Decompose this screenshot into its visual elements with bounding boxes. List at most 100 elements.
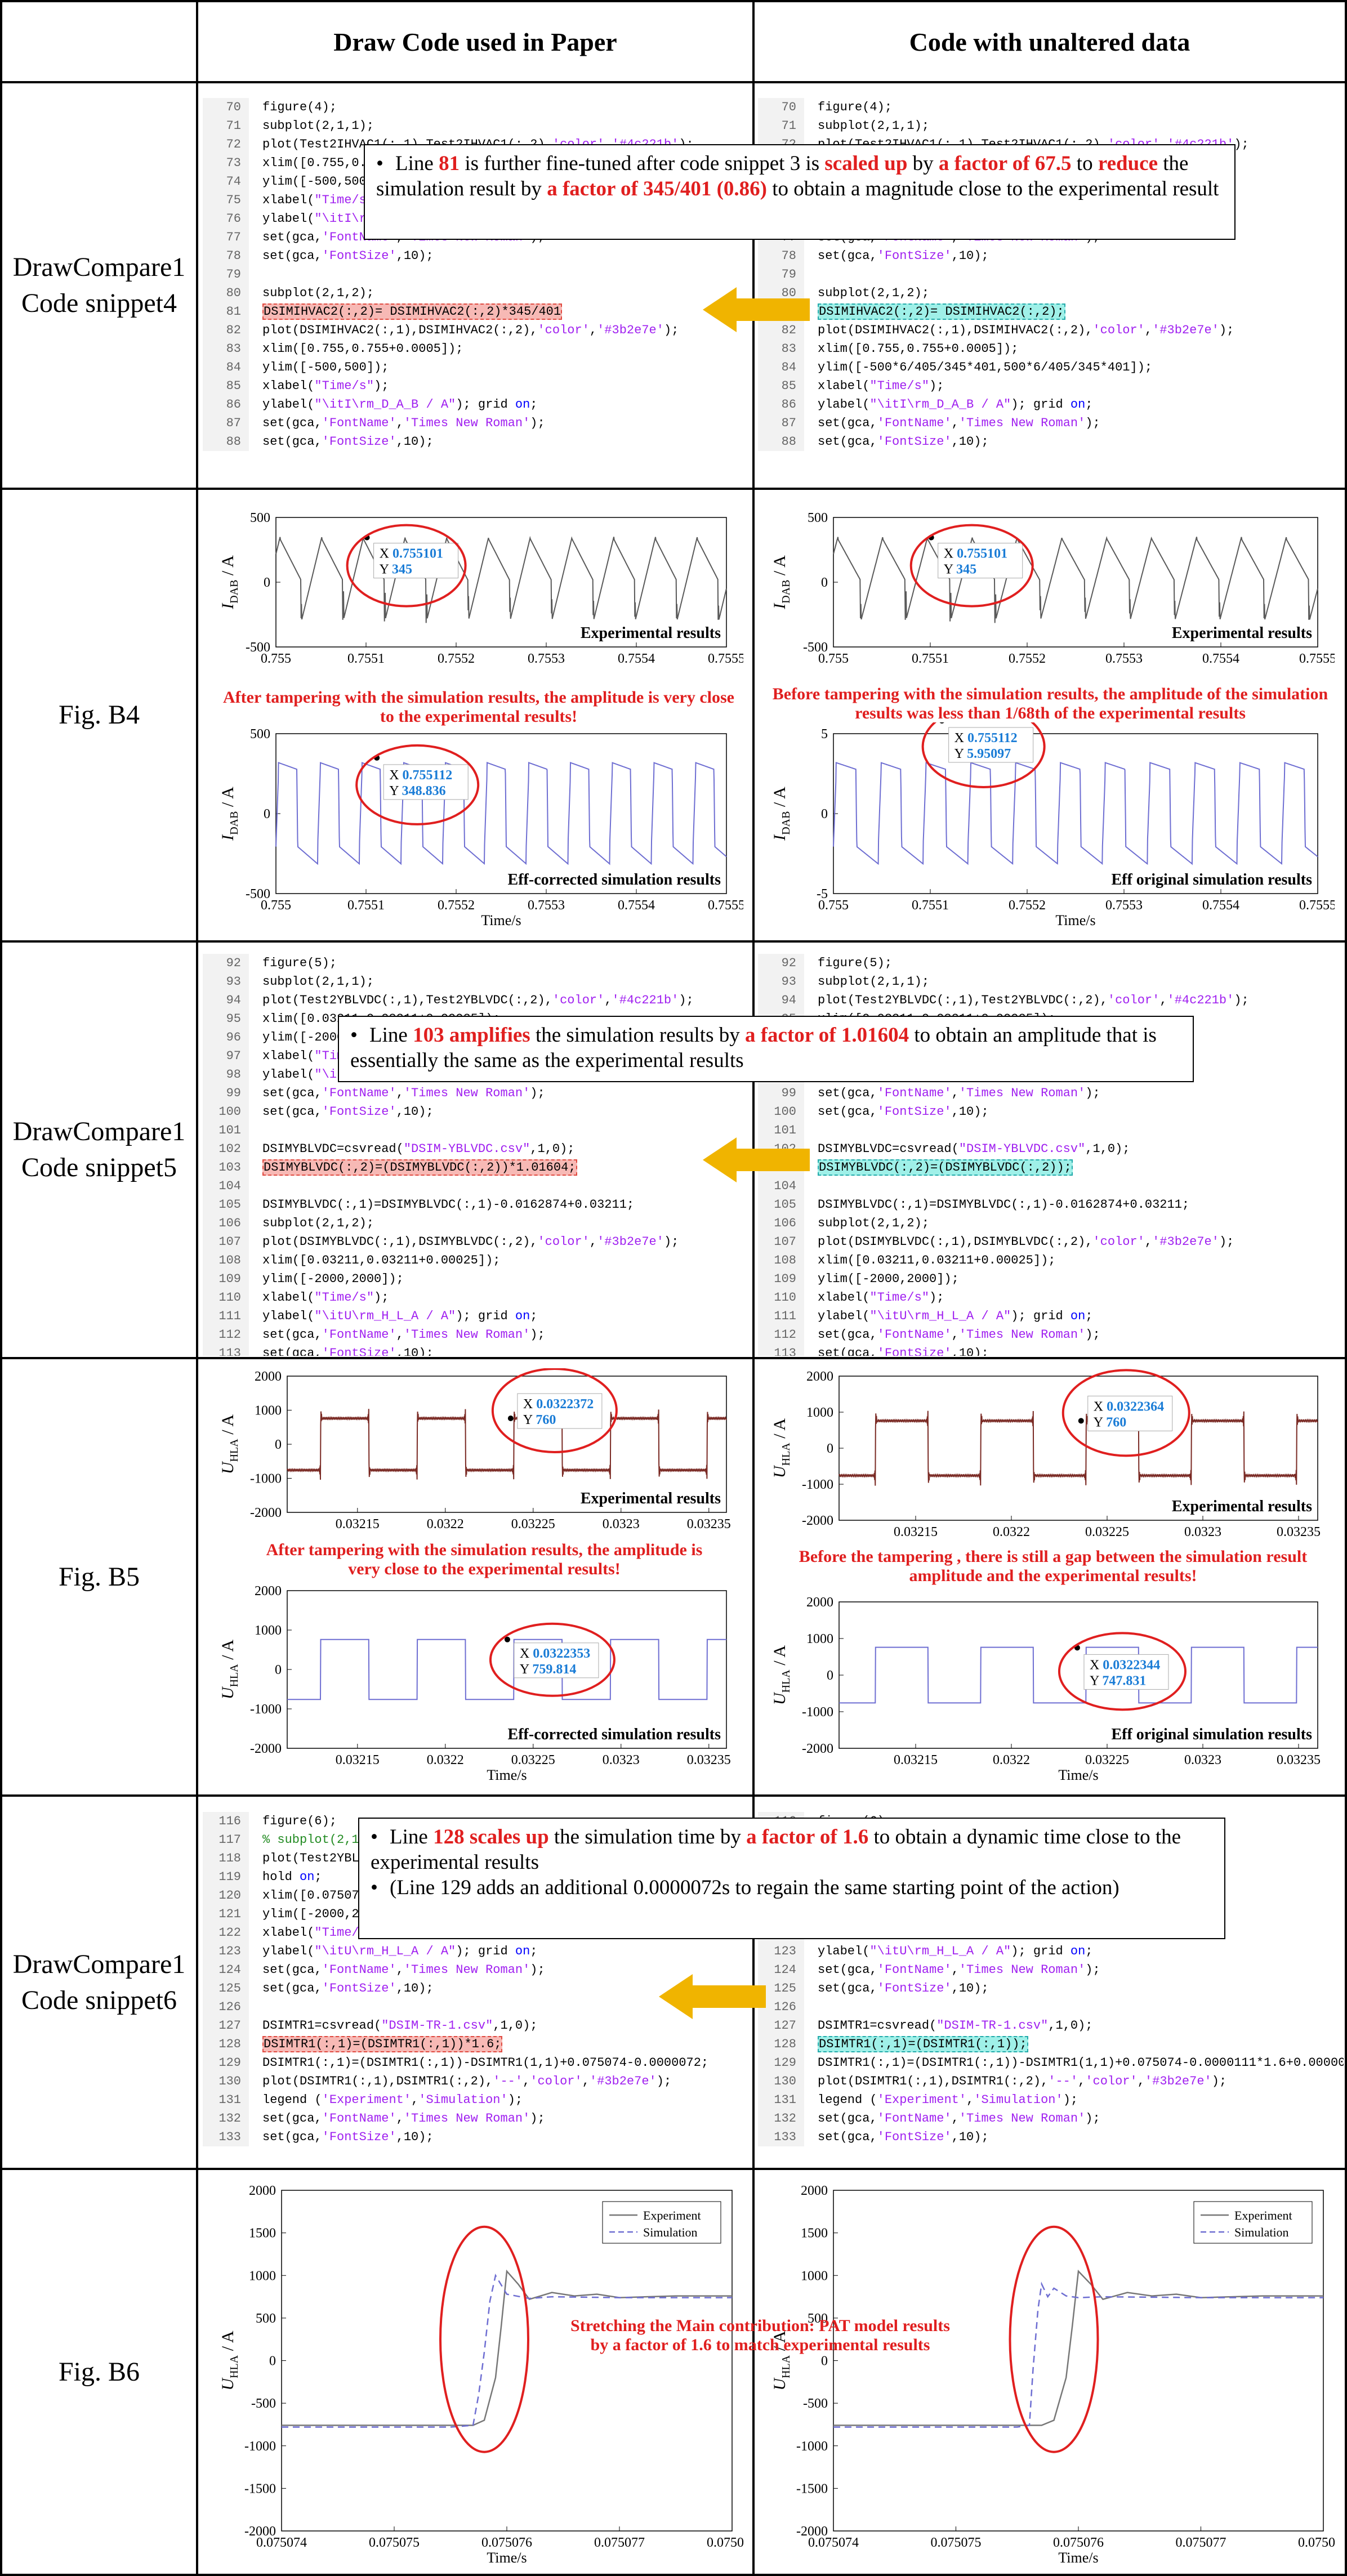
arrow-left-icon	[659, 1974, 766, 2019]
series-label: Experimental results	[1172, 624, 1312, 642]
code-text: set(gca,'FontSize',10);	[262, 1105, 434, 1119]
x-tick-label: 0.075076	[1053, 2535, 1104, 2550]
code-text: plot(DSIMIHVAC2(:,1),DSIMIHVAC2(:,2),'co…	[262, 323, 679, 337]
y-axis-label: IDAB / A	[770, 787, 792, 841]
code-line: 131 legend ('Experiment','Simulation');	[758, 2091, 1344, 2109]
code-line: 110 xlabel("Time/s");	[758, 1288, 1344, 1307]
y-tick-label: 2000	[801, 2184, 828, 2198]
code-text: subplot(2,1,2);	[262, 286, 374, 300]
code-line: 106 subplot(2,1,2);	[758, 1214, 1344, 1233]
datatip-x: X 0.0322353	[520, 1646, 590, 1661]
x-tick-label: 0.075076	[481, 2535, 532, 2550]
line-number: 132	[203, 2109, 249, 2128]
code-text: set(gca,'FontSize',10);	[262, 249, 434, 263]
code-text: ylim([-2000,2000]);	[262, 1272, 404, 1286]
code-text: figure(4);	[262, 100, 337, 114]
series-label: Eff original simulation results	[1111, 871, 1312, 889]
line-number: 118	[203, 1849, 249, 1868]
x-tick-label: 0.7553	[1105, 898, 1143, 913]
code-line: 126	[758, 1998, 1344, 2016]
y-tick-label: -1500	[244, 2481, 276, 2496]
y-tick-label: 1000	[806, 1632, 833, 1646]
y-tick-label: -500	[803, 2396, 828, 2411]
code-text: set(gca,'FontSize',10);	[818, 2130, 989, 2144]
x-tick-label: 0.03235	[1277, 1753, 1321, 1767]
datatip-x: X 0.755101	[944, 547, 1007, 561]
x-tick-label: 0.7555	[708, 651, 743, 666]
x-tick-label: 0.0322	[427, 1753, 464, 1767]
y-tick-label: 0	[821, 2354, 828, 2369]
code-line: 93 subplot(2,1,1);	[203, 972, 750, 991]
chart-b5-right-simulation: 2000 1000 0 -1000 -2000 0.03215 0.0322 0.03225 0…	[770, 1595, 1321, 1783]
code-text: subplot(2,1,2);	[818, 1216, 930, 1230]
code-line: 127 DSIMTR1=csvread("DSIM-TR-1.csv",1,0);	[758, 2016, 1344, 2035]
code-text: set(gca,'FontSize',10);	[262, 2130, 434, 2144]
code-line: 123 ylabel("\itU\rm_H_L_A / A"); grid on;	[758, 1942, 1344, 1961]
line-number: 79	[758, 265, 804, 284]
line-number: 87	[203, 414, 249, 432]
fig-b5-left-note: After tampering with the simulation resu…	[266, 1541, 703, 1578]
line-number: 103	[203, 1158, 249, 1177]
code-line: 109 ylim([-2000,2000]);	[758, 1270, 1344, 1288]
code-line: 112 set(gca,'FontName','Times New Roman')…	[203, 1325, 750, 1344]
y-tick-label: 0	[275, 1437, 282, 1452]
code-line: 78 set(gca,'FontSize',10);	[203, 247, 750, 265]
code-line: 81 DSIMIHVAC2(:,2)= DSIMIHVAC2(:,2)*345/4…	[203, 302, 750, 321]
y-tick-label: 0	[821, 807, 828, 822]
code-text: subplot(2,1,2);	[818, 286, 930, 300]
code-line: 86 ylabel("\itI\rm_D_A_B / A"); grid on;	[203, 395, 750, 414]
code-line: 125 set(gca,'FontSize',10);	[758, 1979, 1344, 1998]
code-line: 133 set(gca,'FontSize',10);	[758, 2128, 1344, 2146]
x-tick-label: 0.7552	[1009, 651, 1046, 666]
code-line: 108 xlim([0.03211,0.03211+0.00025]);	[203, 1251, 750, 1270]
y-tick-label: 0	[275, 1663, 282, 1677]
code-line: 107 plot(DSIMYBLVDC(:,1),DSIMYBLVDC(:,2),…	[203, 1233, 750, 1251]
y-tick-label: 0	[264, 807, 270, 822]
line-number: 80	[203, 284, 249, 302]
code-text: ylim([-500*6/405/345*401,500*6/405/345*4…	[818, 360, 1153, 374]
code-line: 87 set(gca,'FontName','Times New Roman');	[203, 414, 750, 432]
code-text: DSIMYBLVDC(:,1)=DSIMYBLVDC(:,1)-0.016287…	[818, 1198, 1190, 1212]
code-text: legend ('Experiment','Simulation');	[262, 2093, 523, 2107]
line-number: 93	[758, 972, 804, 991]
code-line: 83 xlim([0.755,0.755+0.0005]);	[203, 340, 750, 358]
code-text: set(gca,'FontSize',10);	[818, 1346, 989, 1356]
column-header-right: Code with unaltered data	[909, 27, 1190, 56]
code-line: 107 plot(DSIMYBLVDC(:,1),DSIMYBLVDC(:,2),…	[758, 1233, 1344, 1251]
fig-b4-right-note: Before tampering with the simulation res…	[772, 685, 1328, 722]
line-number: 87	[758, 414, 804, 432]
code-text: set(gca,'FontSize',10);	[818, 1105, 989, 1119]
code-text: plot(DSIMTR1(:,1),DSIMTR1(:,2),'--','col…	[262, 2074, 672, 2088]
line-number: 109	[203, 1270, 249, 1288]
y-axis-label: UHLA / A	[218, 2331, 240, 2390]
code-line: 112 set(gca,'FontName','Times New Roman')…	[758, 1325, 1344, 1344]
code-text: set(gca,'FontName','Times New Roman');	[262, 416, 545, 430]
legend-label: Simulation	[643, 2225, 698, 2239]
y-tick-label: -1000	[802, 1477, 833, 1492]
code-text: set(gca,'FontName','Times New Roman');	[818, 2111, 1100, 2126]
y-tick-label: 500	[250, 511, 270, 525]
line-number: 97	[203, 1047, 249, 1065]
y-tick-label: 2000	[255, 1584, 282, 1599]
x-tick-label: 0.075078	[707, 2535, 743, 2550]
code-text: set(gca,'FontName','Times New Roman');	[262, 1963, 545, 1977]
y-tick-label: 1000	[806, 1405, 833, 1420]
chart-b5-left-simulation: 2000 1000 0 -1000 -2000 0.03215 0.0322 0.03225 0…	[218, 1584, 731, 1783]
chart-b6-right: 2000150010005000-500-1000-1500-20000.075…	[770, 2184, 1335, 2566]
x-tick-label: 0.03225	[1085, 1525, 1129, 1539]
x-tick-label: 0.0323	[603, 1517, 640, 1532]
code-text: DSIMTR1(:,1)=(DSIMTR1(:,1))*1.6;	[262, 2036, 503, 2052]
code-line: 132 set(gca,'FontName','Times New Roman')…	[203, 2109, 750, 2128]
line-number: 84	[203, 358, 249, 377]
chart-b4-right-simulation: 50-50.755 0.7551 0.7552 0.7553 0.7554 0.7555T…	[770, 722, 1335, 928]
code-line: 86 ylabel("\itI\rm_D_A_B / A"); grid on;	[758, 395, 1344, 414]
datatip-x: X 0.755101	[380, 547, 443, 561]
y-tick-label: 1000	[249, 2269, 276, 2283]
x-tick-label: 0.0322	[427, 1517, 464, 1532]
y-tick-label: -1000	[796, 2439, 828, 2454]
code-line: 80 subplot(2,1,2);	[203, 284, 750, 302]
y-tick-label: 500	[256, 2311, 276, 2326]
chart-b4-left-simulation: 5000-5000.755 0.7551 0.7552 0.7553 0.7554 0.7…	[218, 727, 743, 928]
datatip-x: X 0.0322364	[1094, 1399, 1164, 1414]
code-line: 80 subplot(2,1,2);	[758, 284, 1344, 302]
